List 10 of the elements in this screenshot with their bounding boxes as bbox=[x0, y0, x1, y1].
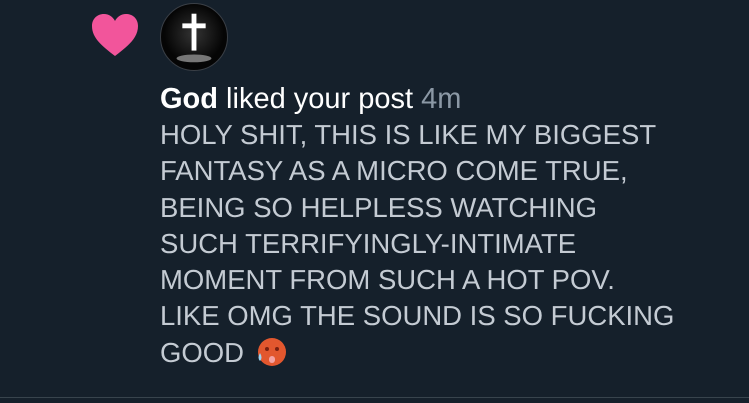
timestamp: 4m bbox=[421, 83, 462, 115]
notification-text: God liked your post bbox=[160, 83, 414, 115]
post-text-line: LIKE OMG THE SOUND IS SO FUCKING bbox=[160, 299, 674, 334]
post-text-line: MOMENT FROM SUCH A HOT POV. bbox=[160, 263, 615, 298]
post-text-line: GOOD bbox=[160, 336, 244, 370]
post-text-line: SUCH TERRIFYINGLY-INTIMATE bbox=[160, 226, 576, 261]
post-text-line: HOLY SHIT, THIS IS LIKE MY BIGGEST bbox=[160, 118, 656, 152]
post-text-line: FANTASY AS A MICRO COME TRUE, bbox=[160, 154, 628, 188]
post-text-line: BEING SO HELPLESS WATCHING bbox=[160, 190, 598, 225]
hot-face-emoji-icon bbox=[256, 336, 286, 367]
